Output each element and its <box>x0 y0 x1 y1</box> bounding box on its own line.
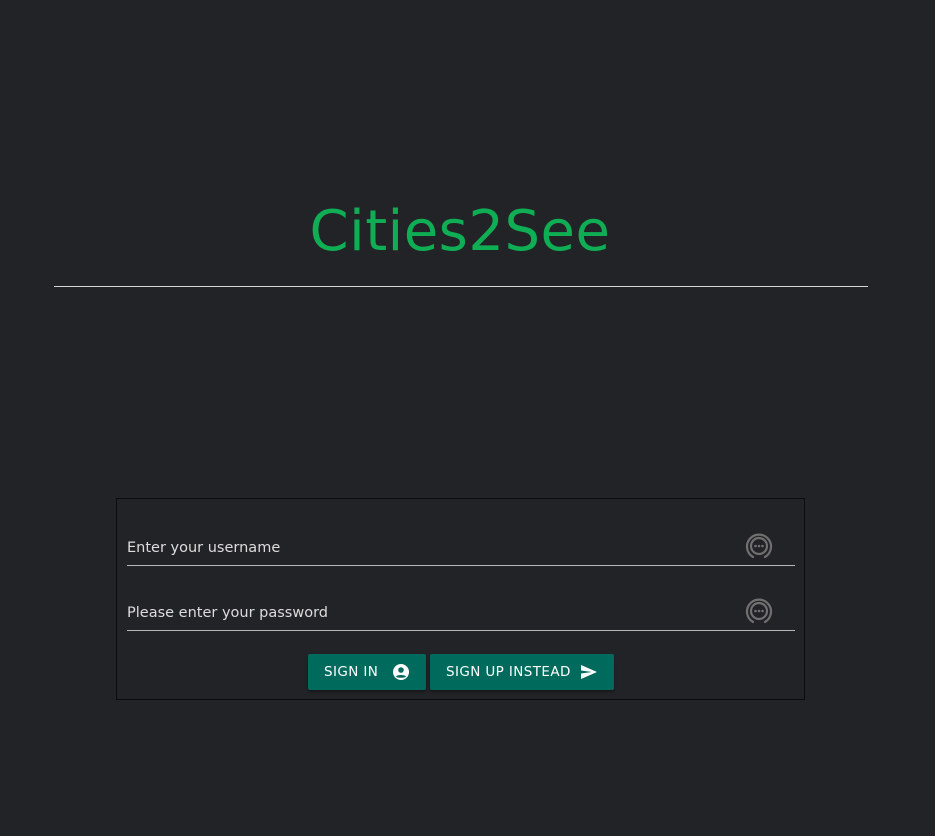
username-field <box>127 526 795 566</box>
account-circle-icon <box>392 663 410 681</box>
sign-in-button[interactable]: SIGN IN <box>308 654 426 690</box>
chat-bubble-icon <box>743 530 775 562</box>
sign-in-label: SIGN IN <box>324 664 379 680</box>
sign-up-instead-button[interactable]: SIGN UP INSTEAD <box>430 654 614 690</box>
password-field <box>127 591 795 631</box>
app-title: Cities2See <box>309 199 611 264</box>
title-divider <box>54 286 868 287</box>
sign-up-instead-label: SIGN UP INSTEAD <box>446 664 571 680</box>
login-page: Cities2See Enter your username SIGN IN S… <box>0 0 935 836</box>
username-input[interactable] <box>127 534 727 562</box>
password-input[interactable] <box>127 599 727 627</box>
login-form: SIGN IN SIGN UP INSTEAD <box>116 498 805 700</box>
send-icon <box>580 663 598 681</box>
chat-bubble-icon <box>743 595 775 627</box>
